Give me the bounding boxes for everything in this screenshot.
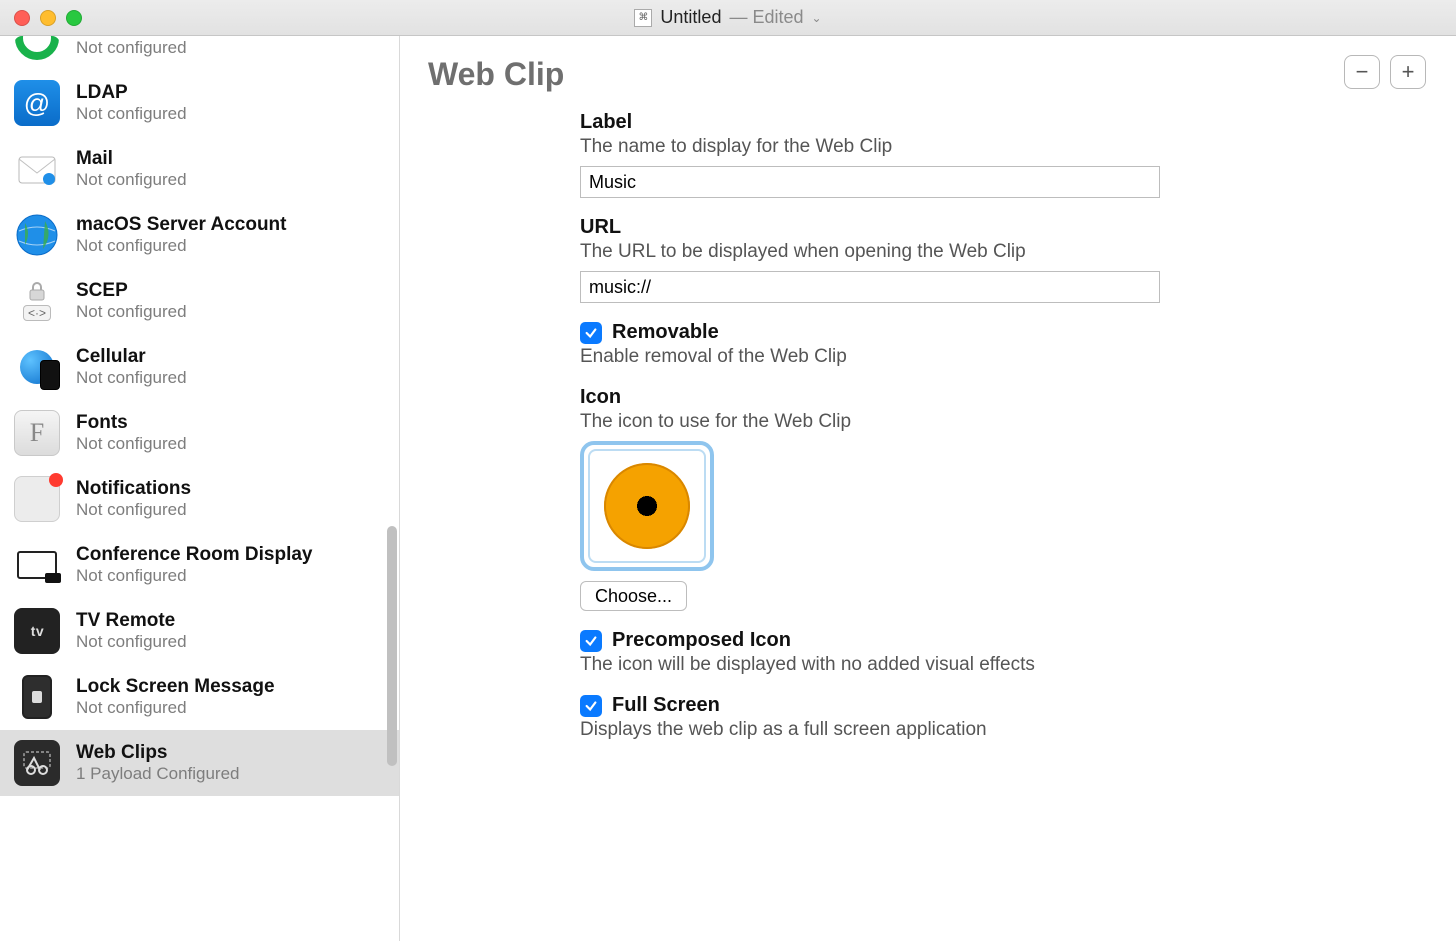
add-payload-button[interactable]: + <box>1390 55 1426 89</box>
scep-icon: <·> <box>14 278 60 324</box>
sidebar-item-title: Fonts <box>76 412 187 434</box>
sidebar-item-subtitle: Not configured <box>76 500 191 520</box>
icon-heading: Icon <box>580 386 1220 409</box>
payload-sidebar: Not configured @ LDAP Not configured Mai… <box>0 36 400 941</box>
field-icon: Icon The icon to use for the Web Clip Ch… <box>580 386 1220 611</box>
remove-payload-button[interactable]: − <box>1344 55 1380 89</box>
fullscreen-checkbox[interactable] <box>580 695 602 717</box>
sidebar-item-scep[interactable]: <·> SCEP Not configured <box>0 268 399 334</box>
field-fullscreen: Full Screen Displays the web clip as a f… <box>580 694 1220 741</box>
field-precomposed: Precomposed Icon The icon will be displa… <box>580 629 1220 676</box>
sidebar-item-title: Lock Screen Message <box>76 676 275 698</box>
sidebar-item-macos-server[interactable]: macOS Server Account Not configured <box>0 202 399 268</box>
sidebar-item-title: Web Clips <box>76 742 240 764</box>
precomposed-label: Precomposed Icon <box>612 629 791 652</box>
precomposed-checkbox[interactable] <box>580 630 602 652</box>
removable-description: Enable removal of the Web Clip <box>580 346 1220 368</box>
choose-icon-button[interactable]: Choose... <box>580 581 687 611</box>
fonts-icon: F <box>14 410 60 456</box>
sidebar-item-subtitle: Not configured <box>76 38 187 58</box>
sidebar-item-title: TV Remote <box>76 610 187 632</box>
fullscreen-description: Displays the web clip as a full screen a… <box>580 719 1220 741</box>
sidebar-item-subtitle: Not configured <box>76 170 187 190</box>
label-heading: Label <box>580 111 1220 134</box>
window-titlebar: ⌘ Untitled — Edited ⌄ <box>0 0 1456 36</box>
sidebar-item-subtitle: Not configured <box>76 566 313 586</box>
url-heading: URL <box>580 216 1220 239</box>
content-pane: Web Clip − + Label The name to display f… <box>400 36 1456 941</box>
sidebar-item-title: Mail <box>76 148 187 170</box>
icon-preview-well[interactable] <box>580 441 714 571</box>
sidebar-item-ldap[interactable]: @ LDAP Not configured <box>0 70 399 136</box>
url-input[interactable] <box>580 271 1160 303</box>
cellular-icon <box>14 344 60 390</box>
sidebar-item-conference-room[interactable]: Conference Room Display Not configured <box>0 532 399 598</box>
sidebar-item-subtitle: Not configured <box>76 698 275 718</box>
document-proxy-icon[interactable]: ⌘ <box>634 9 652 27</box>
sidebar-item-title: Cellular <box>76 346 187 368</box>
field-label: Label The name to display for the Web Cl… <box>580 111 1220 198</box>
sidebar-item-lock-screen[interactable]: Lock Screen Message Not configured <box>0 664 399 730</box>
tv-remote-icon: tv <box>14 608 60 654</box>
sidebar-item-subtitle: Not configured <box>76 302 187 322</box>
removable-checkbox[interactable] <box>580 322 602 344</box>
sidebar-item-subtitle: 1 Payload Configured <box>76 764 240 784</box>
removable-label: Removable <box>612 321 719 344</box>
sidebar-item-web-clips[interactable]: Web Clips 1 Payload Configured <box>0 730 399 796</box>
sidebar-item-mail[interactable]: Mail Not configured <box>0 136 399 202</box>
window-title[interactable]: ⌘ Untitled — Edited ⌄ <box>0 7 1456 28</box>
vinyl-record-icon <box>604 463 690 549</box>
document-name: Untitled <box>660 7 721 28</box>
icon-description: The icon to use for the Web Clip <box>580 411 1220 433</box>
sidebar-item-title: SCEP <box>76 280 187 302</box>
sidebar-item-notifications[interactable]: Notifications Not configured <box>0 466 399 532</box>
sidebar-item-title: Conference Room Display <box>76 544 313 566</box>
lock-screen-icon <box>14 674 60 720</box>
title-menu-chevron-icon[interactable]: ⌄ <box>812 11 822 25</box>
web-clips-icon <box>14 740 60 786</box>
url-description: The URL to be displayed when opening the… <box>580 241 1220 263</box>
sidebar-scrollbar[interactable] <box>387 526 397 766</box>
notifications-icon <box>14 476 60 522</box>
globe-icon <box>14 212 60 258</box>
sidebar-item-tv-remote[interactable]: tv TV Remote Not configured <box>0 598 399 664</box>
field-removable: Removable Enable removal of the Web Clip <box>580 321 1220 368</box>
sidebar-item-subtitle: Not configured <box>76 104 187 124</box>
sidebar-item-title: macOS Server Account <box>76 214 287 236</box>
mail-icon <box>14 146 60 192</box>
sidebar-item-cellular[interactable]: Cellular Not configured <box>0 334 399 400</box>
sidebar-item-partial[interactable]: Not configured <box>0 36 399 70</box>
label-input[interactable] <box>580 166 1160 198</box>
content-title: Web Clip <box>428 56 564 93</box>
sidebar-item-title: Notifications <box>76 478 191 500</box>
sidebar-item-fonts[interactable]: F Fonts Not configured <box>0 400 399 466</box>
ldap-icon: @ <box>14 80 60 126</box>
precomposed-description: The icon will be displayed with no added… <box>580 654 1220 676</box>
label-description: The name to display for the Web Clip <box>580 136 1220 158</box>
conference-room-icon <box>14 542 60 588</box>
document-edited-state: — Edited <box>729 7 803 28</box>
sidebar-item-subtitle: Not configured <box>76 368 187 388</box>
fullscreen-label: Full Screen <box>612 694 720 717</box>
sidebar-item-subtitle: Not configured <box>76 632 187 652</box>
sidebar-item-subtitle: Not configured <box>76 236 287 256</box>
field-url: URL The URL to be displayed when opening… <box>580 216 1220 303</box>
sidebar-item-subtitle: Not configured <box>76 434 187 454</box>
sidebar-item-title: LDAP <box>76 82 187 104</box>
green-ring-icon <box>14 36 60 60</box>
